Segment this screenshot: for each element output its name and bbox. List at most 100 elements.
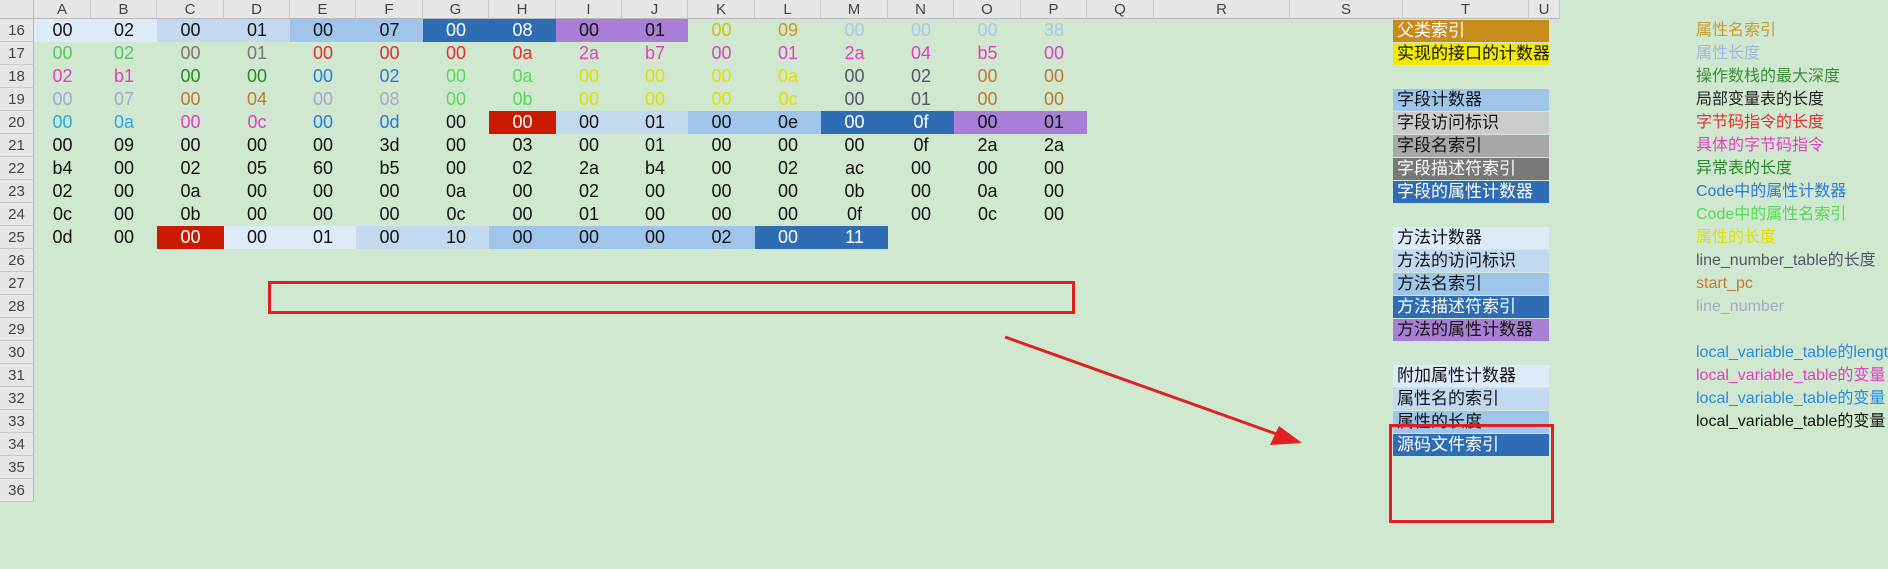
hex-cell[interactable]: 00: [688, 203, 755, 226]
hex-cell[interactable]: 09: [755, 19, 821, 42]
hex-cell[interactable]: 00: [356, 42, 423, 65]
legend-label-r[interactable]: 字段计数器: [1393, 89, 1549, 111]
hex-cell[interactable]: 02: [755, 157, 821, 180]
hex-cell[interactable]: 00: [224, 180, 290, 203]
hex-cell[interactable]: 0e: [755, 111, 821, 134]
hex-cell[interactable]: 01: [622, 134, 688, 157]
hex-cell[interactable]: 00: [622, 226, 688, 249]
hex-cell[interactable]: 0b: [157, 203, 224, 226]
hex-cell[interactable]: 60: [290, 157, 356, 180]
hex-cell[interactable]: 00: [954, 111, 1021, 134]
column-header-r[interactable]: R: [1154, 0, 1290, 19]
hex-cell[interactable]: 02: [356, 65, 423, 88]
hex-cell[interactable]: 03: [489, 134, 556, 157]
hex-cell[interactable]: 00: [688, 157, 755, 180]
hex-cell[interactable]: 00: [489, 203, 556, 226]
hex-cell[interactable]: 09: [91, 134, 157, 157]
hex-cell[interactable]: 00: [224, 203, 290, 226]
hex-cell[interactable]: 02: [91, 19, 157, 42]
legend-label-t[interactable]: local_variable_table的length: [1696, 341, 1888, 364]
legend-label-t[interactable]: 属性长度: [1696, 42, 1888, 65]
row-header-19[interactable]: 19: [0, 88, 34, 111]
column-header-i[interactable]: I: [556, 0, 622, 19]
row-header-34[interactable]: 34: [0, 433, 34, 456]
legend-label-t[interactable]: start_pc: [1696, 272, 1888, 295]
hex-cell[interactable]: 00: [688, 42, 755, 65]
hex-cell[interactable]: 00: [688, 111, 755, 134]
row-header-35[interactable]: 35: [0, 456, 34, 479]
hex-cell[interactable]: 00: [1021, 157, 1087, 180]
hex-cell[interactable]: 0f: [888, 134, 954, 157]
legend-label-t[interactable]: 字节码指令的长度: [1696, 111, 1888, 134]
hex-cell[interactable]: 00: [1021, 65, 1087, 88]
hex-cell[interactable]: 00: [954, 19, 1021, 42]
hex-cell[interactable]: 00: [224, 65, 290, 88]
hex-cell[interactable]: 00: [1021, 42, 1087, 65]
hex-cell[interactable]: 01: [224, 42, 290, 65]
legend-label-t[interactable]: 属性名索引: [1696, 19, 1888, 42]
hex-cell[interactable]: 00: [556, 65, 622, 88]
hex-cell[interactable]: 2a: [1021, 134, 1087, 157]
row-header-36[interactable]: 36: [0, 479, 34, 502]
hex-cell[interactable]: 00: [157, 111, 224, 134]
legend-label-t[interactable]: line_number: [1696, 295, 1888, 318]
hex-cell[interactable]: 02: [91, 42, 157, 65]
hex-cell[interactable]: b7: [622, 42, 688, 65]
hex-cell[interactable]: 00: [157, 65, 224, 88]
hex-cell[interactable]: 00: [224, 134, 290, 157]
hex-cell[interactable]: 00: [91, 157, 157, 180]
hex-cell[interactable]: 00: [622, 203, 688, 226]
hex-cell[interactable]: 00: [954, 88, 1021, 111]
hex-cell[interactable]: 07: [356, 19, 423, 42]
hex-cell[interactable]: ac: [821, 157, 888, 180]
legend-label-r[interactable]: 父类索引: [1393, 20, 1549, 42]
column-header-a[interactable]: A: [34, 0, 91, 19]
hex-cell[interactable]: b5: [954, 42, 1021, 65]
legend-label-t[interactable]: Code中的属性名索引: [1696, 203, 1888, 226]
row-header-18[interactable]: 18: [0, 65, 34, 88]
hex-cell[interactable]: 02: [688, 226, 755, 249]
hex-cell[interactable]: 10: [423, 226, 489, 249]
row-header-17[interactable]: 17: [0, 42, 34, 65]
hex-cell[interactable]: 00: [556, 19, 622, 42]
hex-cell[interactable]: 08: [356, 88, 423, 111]
column-header-e[interactable]: E: [290, 0, 356, 19]
hex-cell[interactable]: 0c: [224, 111, 290, 134]
hex-cell[interactable]: 00: [34, 88, 91, 111]
hex-cell[interactable]: 00: [423, 65, 489, 88]
legend-label-r[interactable]: 实现的接口的计数器: [1393, 43, 1549, 65]
spreadsheet-grid[interactable]: A B C D E F G H I J K L M N O P Q R S T U 16 17 18 19 20 21 22 23 24 2…: [0, 0, 1888, 569]
hex-cell[interactable]: b1: [91, 65, 157, 88]
hex-cell[interactable]: 00: [290, 203, 356, 226]
column-header-u[interactable]: U: [1529, 0, 1560, 19]
hex-cell[interactable]: 00: [688, 134, 755, 157]
select-all-corner[interactable]: [0, 0, 34, 19]
hex-cell[interactable]: 00: [888, 19, 954, 42]
hex-cell[interactable]: 00: [91, 180, 157, 203]
hex-cell[interactable]: 00: [755, 203, 821, 226]
hex-cell[interactable]: 0a: [954, 180, 1021, 203]
hex-cell[interactable]: 2a: [556, 42, 622, 65]
hex-cell[interactable]: 0a: [423, 180, 489, 203]
hex-cell[interactable]: 04: [888, 42, 954, 65]
row-header-33[interactable]: 33: [0, 410, 34, 433]
hex-cell[interactable]: 0a: [91, 111, 157, 134]
hex-cell[interactable]: 00: [821, 134, 888, 157]
hex-cell[interactable]: 00: [290, 180, 356, 203]
hex-cell[interactable]: [888, 226, 954, 249]
hex-cell[interactable]: 0a: [489, 42, 556, 65]
hex-cell[interactable]: 00: [688, 88, 755, 111]
hex-cell[interactable]: b4: [34, 157, 91, 180]
hex-cell[interactable]: 0c: [34, 203, 91, 226]
row-header-30[interactable]: 30: [0, 341, 34, 364]
row-header-16[interactable]: 16: [0, 19, 34, 42]
hex-cell[interactable]: 00: [622, 65, 688, 88]
row-header-29[interactable]: 29: [0, 318, 34, 341]
hex-cell[interactable]: 07: [91, 88, 157, 111]
row-header-22[interactable]: 22: [0, 157, 34, 180]
hex-cell[interactable]: 00: [423, 19, 489, 42]
legend-label-t[interactable]: local_variable_table的变量: [1696, 364, 1888, 387]
hex-cell[interactable]: 11: [821, 226, 888, 249]
legend-label-r[interactable]: 方法计数器: [1393, 227, 1549, 249]
row-header-27[interactable]: 27: [0, 272, 34, 295]
